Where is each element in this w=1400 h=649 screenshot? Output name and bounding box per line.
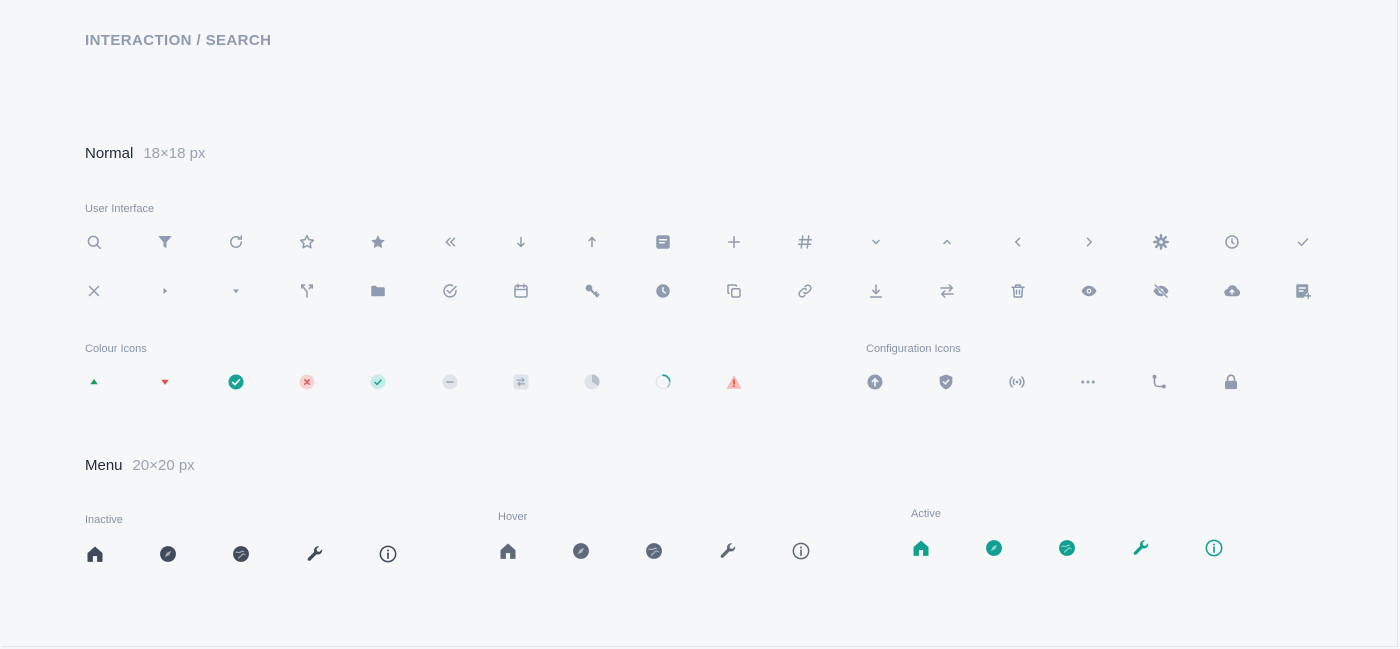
refresh-icon: [227, 233, 245, 251]
check-icon: [1294, 233, 1312, 251]
spinner-icon: [654, 373, 672, 391]
chevron-down-icon: [867, 233, 885, 251]
caret-down-icon: [227, 282, 245, 300]
section-menu-header: Menu 20×20 px: [85, 457, 195, 475]
menu-active-home-icon[interactable]: [911, 538, 931, 558]
menu-inactive-compass-icon[interactable]: [158, 544, 178, 564]
menu-inactive-home-icon[interactable]: [85, 544, 105, 564]
page-title: INTERACTION / SEARCH: [85, 32, 272, 49]
folder-icon: [369, 282, 387, 300]
clock-outline-icon: [1223, 233, 1241, 251]
warning-icon: [725, 373, 743, 391]
icon-sheet-frame: [2, 0, 1398, 647]
section-normal-title: Normal: [85, 145, 134, 162]
menu-active-wrench-icon[interactable]: [1131, 538, 1151, 558]
group-label-active: Active: [911, 508, 941, 520]
menu-hover-compass-icon[interactable]: [571, 541, 591, 561]
copy-icon: [725, 282, 743, 300]
triangle-up-green-icon: [85, 373, 103, 391]
link-icon: [796, 282, 814, 300]
group-label-inactive: Inactive: [85, 514, 123, 526]
route-icon: [1150, 373, 1168, 391]
star-filled-icon: [369, 233, 387, 251]
merge-icon: [298, 282, 316, 300]
eye-icon: [1080, 282, 1098, 300]
menu-hover-globe-icon[interactable]: [644, 541, 664, 561]
menu-inactive-wrench-icon[interactable]: [305, 544, 325, 564]
menu-inactive-globe-icon[interactable]: [231, 544, 251, 564]
lock-icon: [1222, 373, 1240, 391]
menu-active-globe-icon[interactable]: [1057, 538, 1077, 558]
swap-icon: [938, 282, 956, 300]
minus-circle-gray-icon: [441, 373, 459, 391]
section-normal-size: 18×18 px: [143, 145, 206, 162]
arrow-down-icon: [512, 233, 530, 251]
more-dots-icon: [1079, 373, 1097, 391]
section-menu-size: 20×20 px: [132, 457, 195, 474]
shield-check-icon: [937, 373, 955, 391]
download-icon: [867, 282, 885, 300]
gear-icon: [1152, 233, 1170, 251]
check-circle-light-icon: [369, 373, 387, 391]
arrow-up-circle-icon: [866, 373, 884, 391]
group-label-hover: Hover: [498, 511, 528, 523]
triangle-down-red-icon: [156, 373, 174, 391]
chevron-left-icon: [1009, 233, 1027, 251]
pie-partial-icon: [583, 373, 601, 391]
menu-hover-wrench-icon[interactable]: [718, 541, 738, 561]
group-label-colour-icons: Colour Icons: [85, 343, 147, 355]
menu-active-compass-icon[interactable]: [984, 538, 1004, 558]
star-outline-icon: [298, 233, 316, 251]
menu-hover-home-icon[interactable]: [498, 541, 518, 561]
eye-off-icon: [1152, 282, 1170, 300]
group-label-configuration-icons: Configuration Icons: [866, 343, 961, 355]
filter-icon: [156, 233, 174, 251]
menu-hover-info-icon[interactable]: [791, 541, 811, 561]
swap-square-gray-icon: [512, 373, 530, 391]
menu-active-info-icon[interactable]: [1204, 538, 1224, 558]
group-label-user-interface: User Interface: [85, 203, 155, 215]
check-circle-outline-icon: [441, 282, 459, 300]
hash-icon: [796, 233, 814, 251]
x-circle-red-icon: [298, 373, 316, 391]
cloud-upload-icon: [1223, 282, 1241, 300]
note-icon: [654, 233, 672, 251]
key-icon: [583, 282, 601, 300]
check-circle-teal-icon: [227, 373, 245, 391]
chevron-up-icon: [938, 233, 956, 251]
note-add-icon: [1294, 282, 1312, 300]
calendar-icon: [512, 282, 530, 300]
caret-right-icon: [156, 282, 174, 300]
trash-icon: [1009, 282, 1027, 300]
plus-icon: [725, 233, 743, 251]
arrow-up-icon: [583, 233, 601, 251]
section-menu-title: Menu: [85, 457, 123, 474]
clock-filled-icon: [654, 282, 672, 300]
section-normal-header: Normal 18×18 px: [85, 145, 205, 163]
menu-inactive-info-icon[interactable]: [378, 544, 398, 564]
search-icon: [85, 233, 103, 251]
close-icon: [85, 282, 103, 300]
double-chevron-left-icon: [441, 233, 459, 251]
broadcast-icon: [1008, 373, 1026, 391]
chevron-right-icon: [1080, 233, 1098, 251]
